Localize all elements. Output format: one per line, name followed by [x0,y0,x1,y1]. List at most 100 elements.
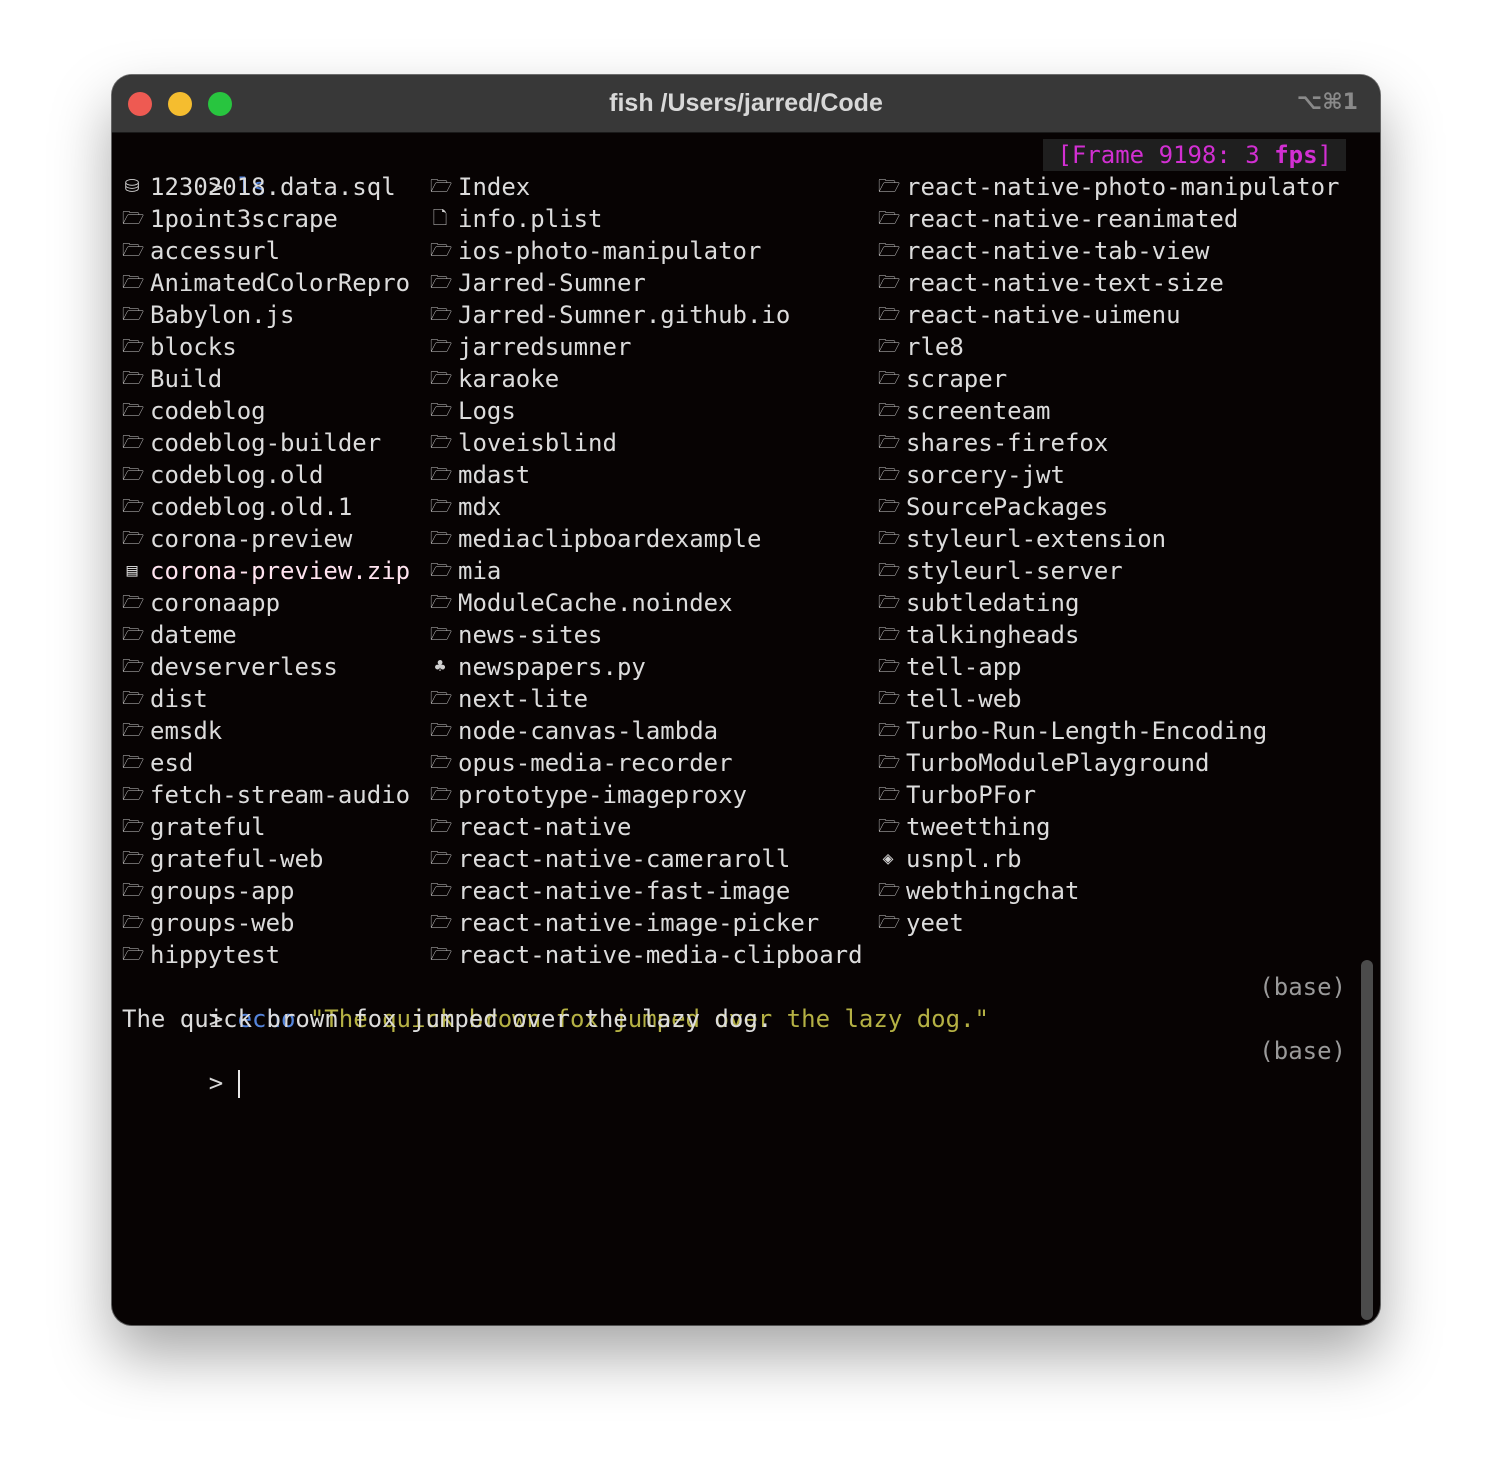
listing-entry: newspapers.py [458,653,646,681]
listing-entry: dateme [150,621,237,649]
listing-entry: Babylon.js [150,301,295,329]
file-icon: 🗋 [432,208,448,229]
listing-entry: codeblog.old.1 [150,493,353,521]
folder-icon: 🗁 [122,912,145,933]
listing-entry: react-native-tab-view [906,237,1210,265]
title-bar[interactable]: fish /Users/jarred/Code ⌥⌘1 [112,75,1380,133]
scrollbar-thumb[interactable] [1361,960,1373,1320]
ruby-icon: ◈ [882,848,894,869]
folder-icon: 🗁 [878,720,901,741]
listing-entry: react-native-media-clipboard [458,941,863,969]
folder-icon: 🗁 [122,432,145,453]
listing-row: 🗁 AnimatedColorRepro 🗁 Jarred-Sumner 🗁 react-… [122,267,1358,299]
folder-icon: 🗁 [878,176,901,197]
folder-icon: 🗁 [878,752,901,773]
listing-entry: Build [150,365,223,393]
folder-icon: 🗁 [878,208,901,229]
folder-icon: 🗁 [878,432,901,453]
folder-icon: 🗁 [122,624,145,645]
listing-entry: mdx [458,493,502,521]
folder-icon: 🗁 [430,816,453,837]
text-cursor [237,1070,240,1098]
folder-icon: 🗁 [122,496,145,517]
listing-entry: sorcery-jwt [906,461,1065,489]
listing-entry: Turbo-Run-Length-Encoding [906,717,1268,745]
folder-icon: 🗁 [122,272,145,293]
ls-command-line: > ls [Frame 9198: 3 fps] [122,139,1358,201]
listing-row: 🗁 codeblog.old 🗁 mdast 🗁 sorcery-jwt [122,459,1358,491]
listing-entry: codeblog-builder [150,429,382,457]
listing-row: 🗁 codeblog.old.1 🗁 mdx 🗁 SourcePackages [122,491,1358,523]
listing-entry: styleurl-extension [906,525,1167,553]
listing-entry: opus-media-recorder [458,749,733,777]
listing-entry: Index [458,173,531,201]
listing-row: 🗁 Build 🗁 karaoke 🗁 scraper [122,363,1358,395]
terminal-window: fish /Users/jarred/Code ⌥⌘1 > ls [Frame … [112,75,1380,1325]
listing-entry: karaoke [458,365,560,393]
folder-icon: 🗁 [878,304,901,325]
folder-icon: 🗁 [122,464,145,485]
terminal-output[interactable]: > ls [Frame 9198: 3 fps] ⛁ 12302018.data.… [122,139,1358,1098]
folder-icon: 🗁 [430,464,453,485]
folder-icon: 🗁 [430,496,453,517]
listing-row: 🗁 dateme 🗁 news-sites 🗁 talkingheads [122,619,1358,651]
listing-entry: info.plist [458,205,603,233]
listing-entry: react-native-reanimated [906,205,1239,233]
folder-icon: 🗁 [122,944,145,965]
listing-entry: talkingheads [906,621,1080,649]
listing-row: 🗁 codeblog-builder 🗁 loveisblind 🗁 shares-fir… [122,427,1358,459]
conda-env-indicator: (base) [1259,1037,1346,1065]
frame-counter-prefix: [Frame 9198: 3 [1057,141,1275,169]
folder-icon: 🗁 [122,528,145,549]
listing-row: 🗁 corona-preview 🗁 mediaclipboardexample 🗁 st… [122,523,1358,555]
listing-entry: react-native-cameraroll [458,845,791,873]
listing-row: 🗁 devserverless ♣ newspapers.py 🗁 tell-app [122,651,1358,683]
listing-entry: grateful-web [150,845,324,873]
folder-icon: 🗁 [430,336,453,357]
folder-icon: 🗁 [878,688,901,709]
folder-icon: 🗁 [878,400,901,421]
folder-icon: 🗁 [430,784,453,805]
listing-entry: mediaclipboardexample [458,525,762,553]
folder-icon: 🗁 [878,240,901,261]
folder-icon: 🗁 [878,336,901,357]
listing-entry: news-sites [458,621,603,649]
listing-entry: Jarred-Sumner.github.io [458,301,791,329]
listing-entry: react-native-text-size [906,269,1224,297]
current-prompt-line[interactable]: > (base) [122,1035,1358,1098]
listing-row: 🗁 grateful 🗁 react-native 🗁 tweetthing [122,811,1358,843]
folder-icon: 🗁 [122,368,145,389]
listing-entry: prototype-imageproxy [458,781,747,809]
echo-command-line: > echo "The quick brown fox jumped over … [122,971,1358,1033]
folder-icon: 🗁 [430,176,453,197]
listing-entry: node-canvas-lambda [458,717,719,745]
folder-icon: 🗁 [878,784,901,805]
listing-row: 🗁 1point3scrape 🗋 info.plist 🗁 react-native-r… [122,203,1358,235]
listing-entry: next-lite [458,685,589,713]
listing-row: 🗁 groups-web 🗁 react-native-image-picker 🗁 ye… [122,907,1358,939]
listing-row: 🗁 dist 🗁 next-lite 🗁 tell-web [122,683,1358,715]
folder-icon: 🗁 [430,272,453,293]
prompt-symbol: > [208,1069,224,1097]
listing-entry: rle8 [906,333,964,361]
listing-entry: groups-web [150,909,295,937]
listing-row: 🗁 hippytest 🗁 react-native-media-clipboard [122,939,1358,971]
frame-counter-suffix: ] [1317,141,1332,169]
frame-counter-fps: fps [1274,141,1318,169]
folder-icon: 🗁 [878,272,901,293]
folder-icon: 🗁 [430,848,453,869]
listing-row: 🗁 codeblog 🗁 Logs 🗁 screenteam [122,395,1358,427]
folder-icon: 🗁 [430,592,453,613]
zip-icon: ▤ [126,560,138,581]
listing-entry: codeblog.old [150,461,324,489]
window-shortcut: ⌥⌘1 [1296,90,1358,115]
listing-entry: tell-app [906,653,1022,681]
folder-icon: 🗁 [430,400,453,421]
listing-entry: devserverless [150,653,338,681]
folder-icon: 🗁 [878,368,901,389]
listing-entry: 12302018.data.sql [150,173,396,201]
folder-icon: 🗁 [878,816,901,837]
listing-entry: codeblog [150,397,266,425]
folder-icon: 🗁 [430,880,453,901]
listing-entry: hippytest [150,941,281,969]
